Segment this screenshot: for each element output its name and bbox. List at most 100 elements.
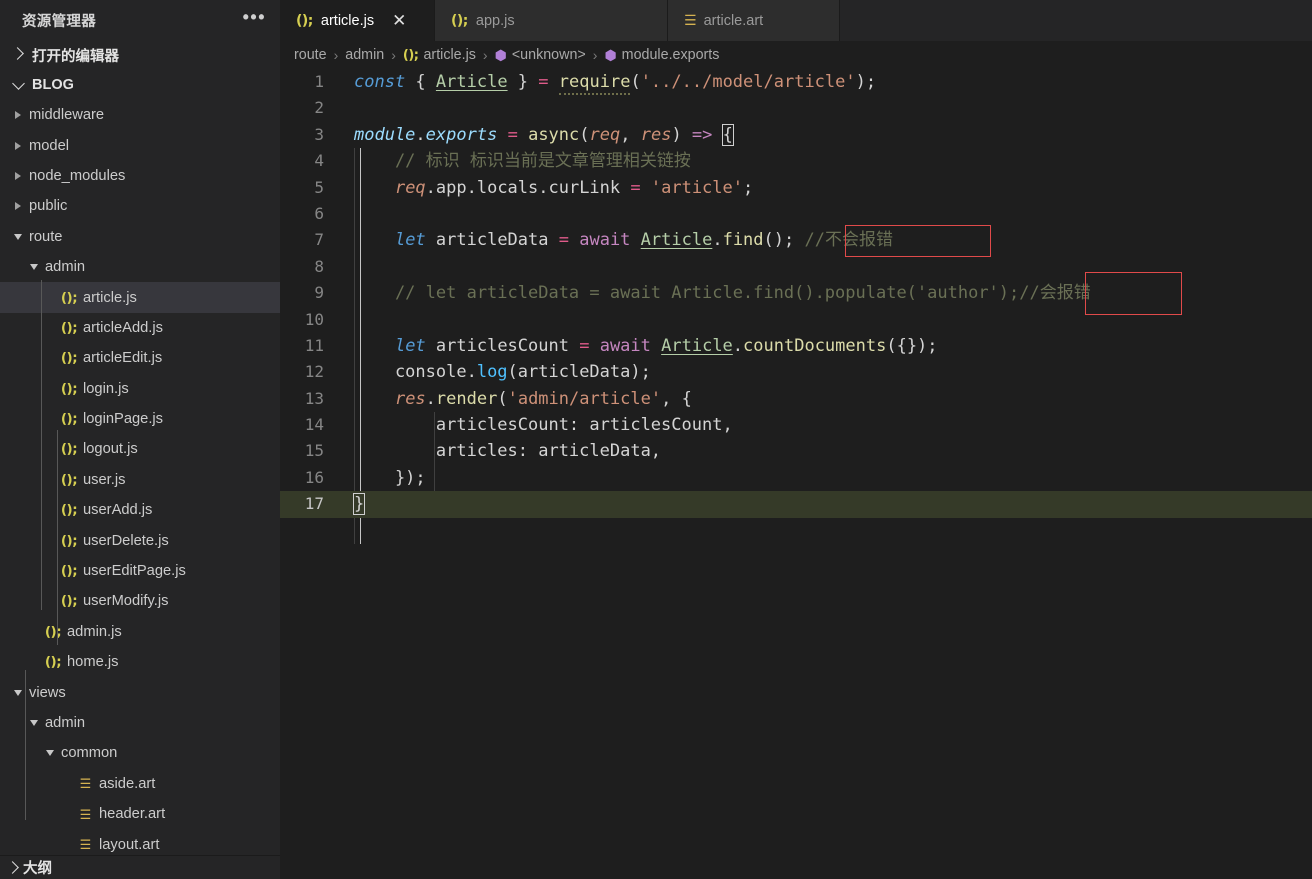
- close-icon[interactable]: ✕: [392, 12, 406, 29]
- editor-tab-app-js[interactable]: (); app.js: [435, 0, 668, 41]
- tree-item-userDelete-js[interactable]: (); userDelete.js: [0, 525, 280, 555]
- line-content: console.log(articleData);: [354, 362, 651, 383]
- editor-tab-article-art[interactable]: ☰ article.art: [668, 0, 840, 41]
- tree-item-logout-js[interactable]: (); logout.js: [0, 434, 280, 464]
- tree-item-label: login.js: [83, 380, 129, 397]
- tree-item-label: header.art: [99, 806, 166, 823]
- tree-item-public[interactable]: public: [0, 191, 280, 221]
- tree-item-route[interactable]: route: [0, 222, 280, 252]
- tree-twisty: [10, 111, 26, 120]
- line-content: // let articleData = await Article.find(…: [354, 283, 1091, 304]
- art-file-icon: ☰: [79, 837, 92, 853]
- js-file-icon: ();: [60, 411, 78, 428]
- breadcrumb-item-route[interactable]: route: [294, 47, 327, 63]
- section-outline-label: 大纲: [23, 861, 52, 877]
- section-outline[interactable]: 大纲: [0, 855, 280, 879]
- tree-item-label: route: [29, 228, 63, 245]
- tree-item-userAdd-js[interactable]: (); userAdd.js: [0, 495, 280, 525]
- tree-item-common[interactable]: common: [0, 738, 280, 768]
- chevron-right-icon: [15, 111, 21, 120]
- code-line: 14 articlesCount: articlesCount,: [280, 412, 1312, 438]
- js-file-icon: ();: [60, 441, 78, 458]
- line-content: });: [354, 467, 426, 488]
- tree-item-userModify-js[interactable]: (); userModify.js: [0, 586, 280, 616]
- line-content: let articleData = await Article.find(); …: [394, 230, 893, 251]
- section-open-editors[interactable]: 打开的编辑器: [0, 40, 280, 70]
- tree-item-label: logout.js: [83, 441, 138, 458]
- js-file-icon: ();: [60, 319, 78, 336]
- editor-tab-article-js[interactable]: (); article.js ✕: [280, 0, 435, 41]
- tree-item-admin[interactable]: admin: [0, 252, 280, 282]
- tree-item-aside-art[interactable]: ☰ aside.art: [0, 769, 280, 799]
- tree-item-admin-js[interactable]: (); admin.js: [0, 617, 280, 647]
- explorer-title: 资源管理器: [22, 13, 96, 30]
- tree-item-label: admin: [45, 259, 86, 276]
- tree-item-label: middleware: [29, 107, 105, 124]
- tree-item-label: articleAdd.js: [83, 319, 163, 336]
- tree-item-label: user.js: [83, 471, 126, 488]
- breadcrumb: route › admin › (); article.js › ⬢ <unknown> › ⬢ mo…: [280, 41, 1312, 69]
- breadcrumb-item-unknown[interactable]: ⬢ <unknown>: [495, 47, 586, 64]
- code-line: 3 module.exports = async(req, res) => {: [280, 122, 1312, 148]
- code-line: 6: [280, 201, 1312, 227]
- tree-item-admin[interactable]: admin: [0, 708, 280, 738]
- tree-item-label: home.js: [67, 654, 119, 671]
- code-line: 9 // let articleData = await Article.fin…: [280, 280, 1312, 306]
- line-content: module.exports = async(req, res) => {: [354, 123, 734, 146]
- symbol-cube-icon: ⬢: [604, 46, 617, 63]
- tree-item-model[interactable]: model: [0, 130, 280, 160]
- tree-item-middleware[interactable]: middleware: [0, 100, 280, 130]
- breadcrumb-item-moduleexports[interactable]: ⬢ module.exports: [604, 47, 719, 64]
- code-line: 16 });: [280, 465, 1312, 491]
- line-content: }: [352, 493, 366, 516]
- tree-twisty: [26, 264, 42, 271]
- tree-item-views[interactable]: views: [0, 677, 280, 707]
- section-workspace-blog[interactable]: BLOG: [0, 70, 280, 100]
- tree-item-label: userDelete.js: [83, 532, 169, 549]
- line-number: 1: [314, 72, 324, 91]
- js-file-icon: ();: [60, 563, 78, 580]
- tree-item-label: node_modules: [29, 167, 126, 184]
- code-line: 13 res.render('admin/article', {: [280, 386, 1312, 412]
- chevron-right-icon: [15, 141, 21, 150]
- art-file-icon: ☰: [79, 776, 92, 792]
- tree-item-login-js[interactable]: (); login.js: [0, 374, 280, 404]
- tree-item-node_modules[interactable]: node_modules: [0, 161, 280, 191]
- js-file-icon: ();: [60, 380, 78, 397]
- tree-item-userEditPage-js[interactable]: (); userEditPage.js: [0, 556, 280, 586]
- tree-item-loginPage-js[interactable]: (); loginPage.js: [0, 404, 280, 434]
- tree-item-articleAdd-js[interactable]: (); articleAdd.js: [0, 313, 280, 343]
- vscode-window: 资源管理器 ••• 打开的编辑器 BLOG middleware model nod…: [0, 0, 1312, 879]
- chevron-down-icon: [14, 689, 22, 696]
- breadcrumb-item-label: admin: [345, 47, 385, 63]
- line-number: 15: [304, 441, 324, 461]
- breadcrumb-item-articlejs[interactable]: (); article.js: [403, 47, 476, 63]
- ellipsis-icon[interactable]: •••: [243, 8, 266, 28]
- js-file-icon: ();: [402, 47, 419, 63]
- tree-item-label: model: [29, 137, 70, 154]
- file-tree: middleware model node_modulespublic route ad…: [0, 100, 280, 860]
- code-line-current: 17 }: [280, 491, 1312, 518]
- chevron-down-icon: [30, 264, 38, 271]
- chevron-right-icon: [15, 202, 21, 211]
- tree-twisty: [42, 750, 58, 757]
- line-number: 3: [314, 124, 324, 144]
- tree-item-label: public: [29, 198, 68, 215]
- line-content: const { Article } = require('../../model…: [342, 69, 876, 95]
- tree-item-header-art[interactable]: ☰ header.art: [0, 799, 280, 829]
- breadcrumb-item-admin[interactable]: admin: [345, 47, 384, 63]
- tree-item-label: admin.js: [67, 623, 122, 640]
- code-editor[interactable]: 1 const { Article } = require('../../mod…: [280, 69, 1312, 879]
- line-number: 11: [304, 335, 324, 355]
- breadcrumb-item-label: article.js: [423, 47, 476, 63]
- tree-item-home-js[interactable]: (); home.js: [0, 647, 280, 677]
- tree-item-user-js[interactable]: (); user.js: [0, 465, 280, 495]
- tree-twisty: [10, 233, 26, 240]
- chevron-right-icon: [10, 47, 26, 61]
- tree-item-article-js[interactable]: (); article.js: [0, 282, 280, 313]
- line-content: let articlesCount = await Article.countD…: [394, 335, 938, 356]
- line-content: articles: articleData,: [354, 441, 662, 462]
- tree-item-label: article.js: [83, 289, 137, 306]
- line-number: 10: [304, 309, 324, 329]
- tree-item-articleEdit-js[interactable]: (); articleEdit.js: [0, 343, 280, 373]
